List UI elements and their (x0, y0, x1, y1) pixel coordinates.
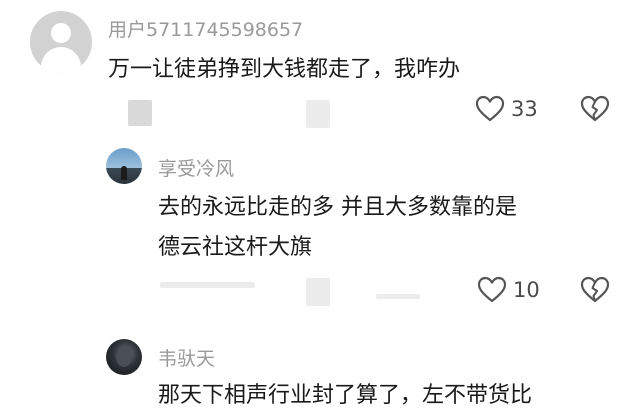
comment-text: 万一让徒弟挣到大钱都走了，我咋办 (108, 57, 461, 82)
heart-icon (475, 95, 505, 122)
blurred-location (376, 294, 420, 299)
comment-text-line-2: 德云社这杆大旗 (158, 235, 313, 260)
like-count: 10 (513, 278, 540, 302)
avatar-body-shape (41, 47, 81, 73)
blurred-timestamp (128, 100, 152, 126)
sky-photo-avatar[interactable] (106, 148, 142, 184)
dislike-button[interactable] (580, 276, 610, 304)
dark-photo-avatar[interactable] (106, 339, 142, 375)
blurred-reply-button (306, 100, 330, 128)
blurred-reply-button (306, 278, 330, 306)
comment-username[interactable]: 韦驮天 (158, 344, 215, 371)
like-button[interactable]: 10 (477, 276, 540, 304)
broken-heart-icon (580, 95, 610, 122)
broken-heart-icon (580, 276, 610, 303)
avatar-figure-shape (121, 166, 127, 180)
avatar-face-shape (116, 347, 132, 367)
comment-text: 那天下相声行业封了算了，左不带货比 (158, 383, 533, 408)
blurred-timestamp (160, 282, 255, 288)
like-button[interactable]: 33 (475, 95, 538, 123)
comment-username[interactable]: 享受冷风 (158, 154, 234, 181)
heart-icon (477, 276, 507, 303)
dislike-button[interactable] (580, 95, 610, 123)
default-user-avatar[interactable] (30, 11, 92, 73)
like-count: 33 (511, 97, 538, 121)
comment-username[interactable]: 用户5711745598657 (108, 15, 303, 42)
comment-text-line-1: 去的永远比走的多 并且大多数靠的是 (158, 195, 517, 220)
avatar-head-shape (51, 23, 71, 43)
